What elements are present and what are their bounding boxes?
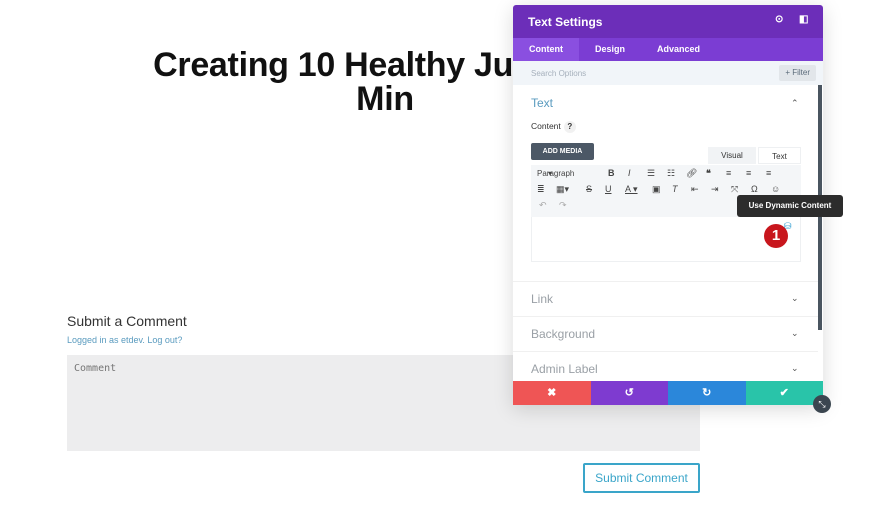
comment-heading: Submit a Comment <box>67 313 187 329</box>
format-select[interactable]: Paragraph ▾ <box>537 169 574 178</box>
resize-handle-icon[interactable]: ⤡ <box>813 395 831 413</box>
align-center-icon[interactable]: ≡ <box>746 168 751 178</box>
sidebar-toggle-icon[interactable]: ◧ <box>799 14 808 25</box>
underline-icon[interactable]: U <box>605 184 612 194</box>
chevron-down-icon[interactable]: ⌄ <box>791 293 799 304</box>
fullscreen-editor-icon[interactable]: ⤧ <box>731 184 738 195</box>
cancel-button[interactable]: ✖ <box>513 381 591 405</box>
chevron-up-icon[interactable]: ⌃ <box>791 98 799 109</box>
text-tab[interactable]: Text <box>758 147 801 164</box>
redo-button[interactable]: ↻ <box>668 381 746 405</box>
table-icon[interactable]: ▦▾ <box>556 184 569 195</box>
redo-icon[interactable]: ↷ <box>559 200 567 211</box>
tab-advanced[interactable]: Advanced <box>641 38 716 61</box>
content-label: Content? <box>531 121 576 133</box>
content-editor[interactable] <box>531 217 801 262</box>
filter-button[interactable]: + Filter <box>779 65 816 81</box>
search-options-input[interactable]: Search Options + Filter <box>513 61 823 85</box>
special-char-icon[interactable]: Ω <box>751 184 758 194</box>
submit-comment-button[interactable]: Submit Comment <box>583 463 700 493</box>
italic-icon[interactable]: I <box>628 168 631 178</box>
emoji-icon[interactable]: ☺ <box>771 184 780 194</box>
section-link[interactable]: Link <box>513 281 818 316</box>
text-color-icon[interactable]: A ▾ <box>625 184 638 195</box>
bold-icon[interactable]: B <box>608 168 615 178</box>
section-background[interactable]: Background <box>513 316 818 351</box>
chevron-down-icon[interactable]: ⌄ <box>791 363 799 374</box>
align-left-icon[interactable]: ≡ <box>726 168 731 178</box>
save-button[interactable]: ✔ <box>745 381 823 405</box>
undo-button[interactable]: ↺ <box>590 381 668 405</box>
add-media-button[interactable]: ADD MEDIA <box>531 143 594 160</box>
dynamic-content-tooltip: Use Dynamic Content <box>737 195 843 217</box>
outdent-icon[interactable]: ⇤ <box>691 184 699 195</box>
tab-design[interactable]: Design <box>579 38 641 61</box>
panel-header: Text Settings ⊙ ◧ <box>513 5 823 38</box>
undo-icon[interactable]: ↶ <box>539 200 547 211</box>
numbered-list-icon[interactable]: ☷ <box>667 168 675 179</box>
section-text-title[interactable]: Text <box>531 96 553 110</box>
align-right-icon[interactable]: ≡ <box>766 168 771 178</box>
help-icon[interactable]: ? <box>563 121 576 133</box>
bullet-list-icon[interactable]: ☰ <box>647 168 655 179</box>
indent-icon[interactable]: ⇥ <box>711 184 719 195</box>
visual-tab[interactable]: Visual <box>708 147 756 164</box>
fullscreen-icon[interactable]: ⊙ <box>775 14 783 25</box>
panel-footer: ✖ ↺ ↻ ✔ <box>513 381 823 405</box>
justify-icon[interactable]: ≣ <box>537 184 545 195</box>
quote-icon[interactable]: ❝ <box>706 168 711 179</box>
panel-tabs: Content Design Advanced <box>513 38 823 61</box>
logged-in-link[interactable]: Logged in as etdev. Log out? <box>67 335 182 345</box>
strikethrough-icon[interactable]: S <box>586 184 592 194</box>
text-settings-panel: Text Settings ⊙ ◧ Content Design Advance… <box>513 5 843 413</box>
tab-content[interactable]: Content <box>513 38 579 61</box>
clear-format-icon[interactable]: T <box>672 184 678 194</box>
paste-text-icon[interactable]: ▣ <box>652 184 661 195</box>
chevron-down-icon[interactable]: ⌄ <box>791 328 799 339</box>
step-badge: 1 <box>764 224 788 248</box>
link-icon[interactable]: 🔗︎ <box>686 168 697 179</box>
